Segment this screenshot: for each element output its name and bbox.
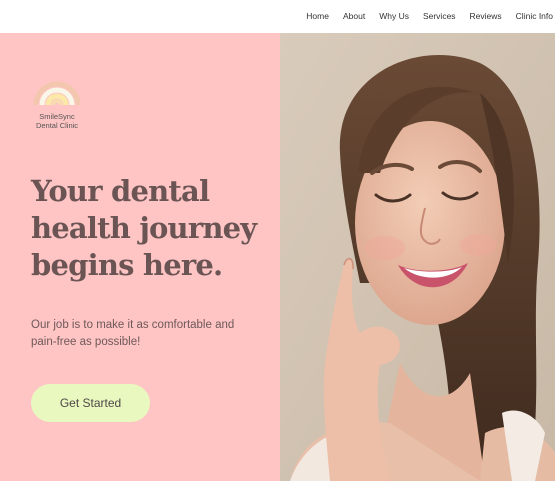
brand-name-line2: Dental Clinic <box>35 121 79 130</box>
rainbow-logo-icon <box>33 81 81 105</box>
clinic-logo[interactable]: SmileSync Dental Clinic <box>31 73 83 133</box>
brand-name-line1: SmileSync <box>39 112 75 121</box>
hero-image <box>280 33 555 481</box>
headline-line3: begins here. <box>31 248 223 282</box>
nav-link-services[interactable]: Services <box>423 11 456 21</box>
nav-link-home[interactable]: Home <box>306 11 329 21</box>
nav-menu: Home About Why Us Services Reviews Clini… <box>292 11 553 21</box>
subtext-line1: Our job is to make it as comfortable and <box>31 319 235 331</box>
get-started-button[interactable]: Get Started <box>31 384 150 422</box>
brand-name: SmileSync Dental Clinic <box>27 112 87 130</box>
smiling-woman-photo <box>280 33 555 481</box>
nav-link-reviews[interactable]: Reviews <box>470 11 502 21</box>
headline-line1: Your dental <box>31 174 210 208</box>
nav-link-clinic-info[interactable]: Clinic Info <box>516 11 553 21</box>
hero-subtext: Our job is to make it as comfortable and… <box>31 317 261 351</box>
nav-link-about[interactable]: About <box>343 11 365 21</box>
hero-headline: Your dental health journey begins here. <box>31 173 266 284</box>
top-navigation: Home About Why Us Services Reviews Clini… <box>0 0 555 33</box>
subtext-line2: pain-free as possible! <box>31 336 141 348</box>
headline-line2: health journey <box>31 211 257 245</box>
nav-link-why-us[interactable]: Why Us <box>379 11 409 21</box>
